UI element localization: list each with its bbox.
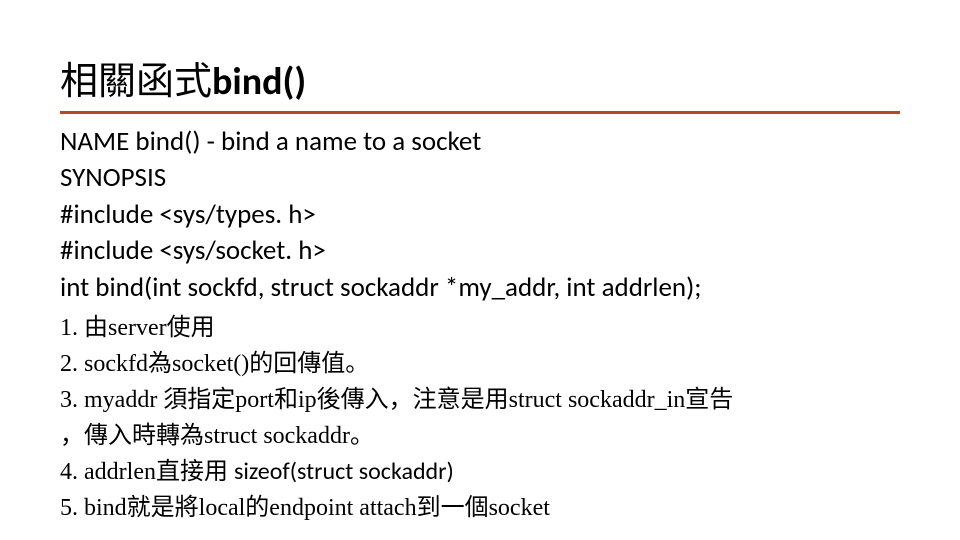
note-4: 4. addrlen直接用 sizeof(struct sockaddr) [60,454,900,490]
note-5: 5. bind就是將local的endpoint attach到一個socket [60,490,900,526]
title-bold: bind() [212,59,306,105]
note-2: 2. sockfd為socket()的回傳值。 [60,346,900,382]
synopsis-line-include1: #include <sys/types. h> [60,197,900,233]
note-1: 1. 由server使用 [60,310,900,346]
synopsis-line-name: NAME bind() - bind a name to a socket [60,124,900,160]
slide-title: 相關函式bind() [60,50,900,114]
notes-block: 1. 由server使用 2. sockfd為socket()的回傳值。 3. … [60,310,900,526]
note-4a: 4. addrlen直接用 [60,459,234,485]
synopsis-line-include2: #include <sys/socket. h> [60,233,900,269]
note-3: 3. myaddr 須指定port和ip後傳入，注意是用struct socka… [60,382,900,418]
title-cjk: 相關函式 [60,61,212,103]
synopsis-line-heading: SYNOPSIS [60,160,900,196]
synopsis-block: NAME bind() - bind a name to a socket SY… [60,124,900,306]
synopsis-line-signature: int bind(int sockfd, struct sockaddr *my… [60,270,900,306]
note-3b: ，傳入時轉為struct sockaddr。 [60,418,900,454]
note-4b: sizeof(struct sockaddr) [234,457,454,486]
